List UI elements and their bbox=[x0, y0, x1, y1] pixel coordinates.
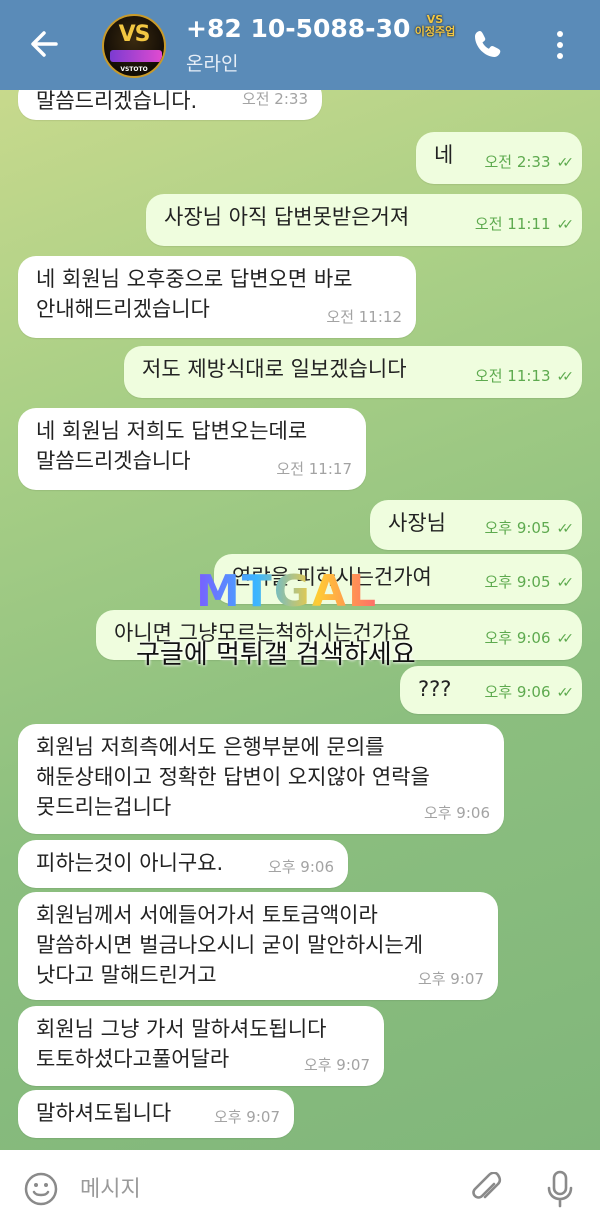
chat-header: VS VSTOTO +82 10-5088-3055 VS 이정주업 온라인 bbox=[0, 0, 600, 90]
avatar[interactable]: VS VSTOTO bbox=[102, 14, 166, 78]
message-bubble: 회원님 그냥 가서 말하셔도됩니다 토토하셨다고풀어달라 오후 9:07 bbox=[18, 1006, 384, 1086]
contact-badge: VS 이정주업 bbox=[414, 13, 456, 38]
message-time: 오전 2:33 bbox=[241, 90, 308, 108]
more-vertical-icon[interactable] bbox=[548, 28, 572, 62]
read-check-icon: ✓✓ bbox=[556, 369, 575, 385]
message-time: 오전 11:13 bbox=[474, 367, 551, 385]
message-bubble: 저도 제방식대로 일보겠습니다 오전 11:13 ✓✓ bbox=[124, 346, 582, 398]
watermark-text: 구글에 먹튀갤 검색하세요 bbox=[136, 640, 416, 670]
avatar-logo-text: VS bbox=[118, 22, 151, 47]
message-time: 오후 9:06 bbox=[484, 629, 551, 647]
message-time: 오전 2:33 bbox=[484, 153, 551, 171]
read-check-icon: ✓✓ bbox=[556, 521, 575, 537]
message-time: 오후 9:05 bbox=[484, 573, 551, 591]
message-bubble: 말하셔도됩니다 오후 9:07 bbox=[18, 1090, 294, 1138]
message-bubble: 네 회원님 오후중으로 답변오면 바로 안내해드리겠습니다 오전 11:12 bbox=[18, 256, 416, 338]
message-list[interactable]: 말씀드리겠습니다. 오전 2:33 네 오전 2:33 ✓✓ 사장님 아직 답변못… bbox=[0, 90, 600, 1150]
arrow-left-icon[interactable] bbox=[26, 26, 62, 62]
contact-status: 온라인 bbox=[186, 53, 239, 75]
message-bubble: 피하는것이 아니구요. 오후 9:06 bbox=[18, 840, 348, 888]
message-composer bbox=[0, 1150, 600, 1227]
read-check-icon: ✓✓ bbox=[556, 217, 575, 233]
avatar-subtext: VSTOTO bbox=[120, 66, 148, 73]
message-bubble: 네 회원님 저희도 답변오는데로 말씀드리겟습니다 오전 11:17 bbox=[18, 408, 366, 490]
message-time: 오전 11:12 bbox=[326, 308, 402, 326]
message-time: 오후 9:05 bbox=[484, 519, 551, 537]
message-time: 오전 11:11 bbox=[474, 215, 551, 233]
message-bubble: 회원님께서 서에들어가서 토토금액이라 말씀하시면 벌금나오시니 굳이 말안하시… bbox=[18, 892, 498, 1000]
message-bubble: 사장님 아직 답변못받은거져 오전 11:11 ✓✓ bbox=[146, 194, 582, 246]
message-bubble: 회원님 저희측에서도 은행부분에 문의를 해둔상태이고 정확한 답변이 오지않아… bbox=[18, 724, 504, 834]
avatar-band bbox=[110, 50, 162, 62]
read-check-icon: ✓✓ bbox=[556, 155, 575, 171]
phone-icon[interactable] bbox=[472, 28, 504, 60]
message-bubble: 사장님 오후 9:05 ✓✓ bbox=[370, 500, 582, 550]
message-time: 오전 11:17 bbox=[276, 460, 352, 478]
message-time: 오후 9:06 bbox=[484, 683, 551, 701]
message-time: 오후 9:07 bbox=[303, 1056, 370, 1074]
contact-name[interactable]: +82 10-5088-3055 bbox=[186, 14, 410, 43]
emoji-icon[interactable] bbox=[24, 1172, 58, 1206]
paperclip-icon[interactable] bbox=[470, 1172, 504, 1208]
message-bubble: 네 오전 2:33 ✓✓ bbox=[416, 132, 582, 184]
message-time: 오후 9:06 bbox=[423, 804, 490, 822]
message-time: 오후 9:07 bbox=[417, 970, 484, 988]
watermark-logo: MTGAL bbox=[196, 566, 379, 617]
message-bubble: 말씀드리겠습니다. 오전 2:33 bbox=[18, 90, 322, 120]
message-bubble: ??? 오후 9:06 ✓✓ bbox=[400, 666, 582, 714]
microphone-icon[interactable] bbox=[546, 1170, 574, 1208]
message-input[interactable] bbox=[80, 1170, 440, 1208]
read-check-icon: ✓✓ bbox=[556, 575, 575, 591]
message-time: 오후 9:06 bbox=[267, 858, 334, 876]
message-time: 오후 9:07 bbox=[213, 1108, 280, 1126]
read-check-icon: ✓✓ bbox=[556, 685, 575, 701]
read-check-icon: ✓✓ bbox=[556, 631, 575, 647]
